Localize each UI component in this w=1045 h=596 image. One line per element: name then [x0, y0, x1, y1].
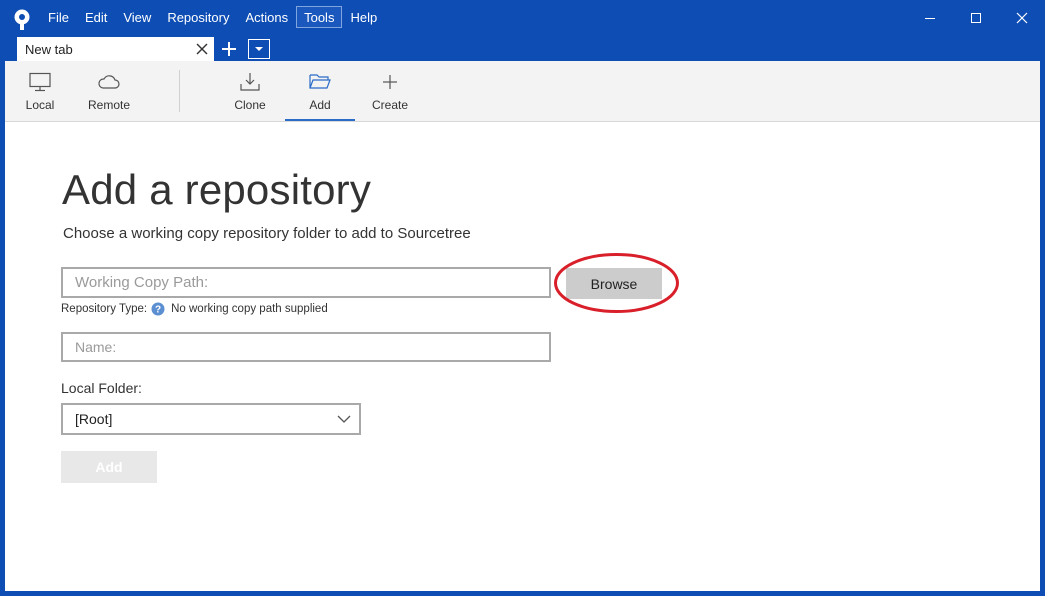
toolbar-clone[interactable]: Clone [215, 61, 285, 121]
page-title: Add a repository [62, 166, 372, 213]
tab-label: New tab [25, 41, 73, 57]
menu-bar: File Edit View Repository Actions Tools … [40, 6, 385, 28]
toolbar-local-label: Local [25, 98, 55, 112]
local-folder-select[interactable]: [Root] [61, 403, 361, 435]
menu-repository[interactable]: Repository [159, 6, 237, 28]
repository-type-label: Repository Type: [61, 303, 148, 315]
working-copy-path-input[interactable] [61, 267, 551, 298]
minimize-button[interactable] [907, 0, 953, 36]
window-controls [907, 0, 1045, 36]
toolbar-remote-label: Remote [87, 98, 131, 112]
close-window-button[interactable] [999, 0, 1045, 36]
menu-view[interactable]: View [115, 6, 159, 28]
folder-open-icon [309, 74, 331, 89]
page-subtitle: Choose a working copy repository folder … [63, 225, 471, 242]
close-tab-icon[interactable] [194, 41, 210, 57]
repository-type-value: No working copy path supplied [171, 303, 328, 315]
toolbar-remote[interactable]: Remote [74, 61, 144, 121]
menu-edit[interactable]: Edit [77, 6, 115, 28]
maximize-button[interactable] [953, 0, 999, 36]
tab-new-tab[interactable]: New tab [17, 37, 214, 61]
toolbar-add-label: Add [309, 98, 331, 112]
local-folder-label: Local Folder: [61, 380, 142, 396]
toolbar-local[interactable]: Local [5, 61, 75, 121]
chevron-down-icon [337, 415, 351, 423]
minimize-icon [925, 18, 935, 19]
plus-icon [383, 75, 397, 89]
close-icon [1016, 12, 1028, 24]
svg-text:?: ? [155, 305, 161, 316]
add-button[interactable]: Add [61, 451, 157, 483]
menu-actions[interactable]: Actions [237, 6, 296, 28]
menu-file[interactable]: File [40, 6, 77, 28]
local-folder-value: [Root] [75, 411, 113, 427]
plus-icon[interactable] [219, 39, 239, 59]
highlight-annotation-ellipse [554, 253, 679, 313]
question-circle-icon[interactable]: ? [151, 302, 165, 316]
title-bar: File Edit View Repository Actions Tools … [0, 0, 1045, 36]
cloud-icon [98, 75, 120, 89]
toolbar-create-label: Create [371, 98, 409, 112]
toolbar-create[interactable]: Create [355, 61, 425, 121]
repository-type-row: Repository Type: ? No working copy path … [61, 302, 328, 316]
toolbar: Local Remote Clone Add Create [5, 61, 1040, 122]
toolbar-clone-label: Clone [234, 98, 266, 112]
tab-bar: New tab [0, 36, 1045, 61]
menu-tools[interactable]: Tools [296, 6, 343, 28]
sourcetree-logo-icon[interactable] [12, 9, 32, 31]
name-input[interactable] [61, 332, 551, 362]
maximize-icon [971, 13, 981, 23]
tab-list-button[interactable] [248, 39, 270, 59]
download-icon [240, 73, 260, 91]
app-window: File Edit View Repository Actions Tools … [0, 0, 1045, 596]
menu-help[interactable]: Help [342, 6, 385, 28]
toolbar-add[interactable]: Add [285, 61, 355, 121]
monitor-icon [29, 72, 51, 92]
chevron-down-icon [255, 47, 263, 51]
toolbar-divider [179, 70, 180, 112]
